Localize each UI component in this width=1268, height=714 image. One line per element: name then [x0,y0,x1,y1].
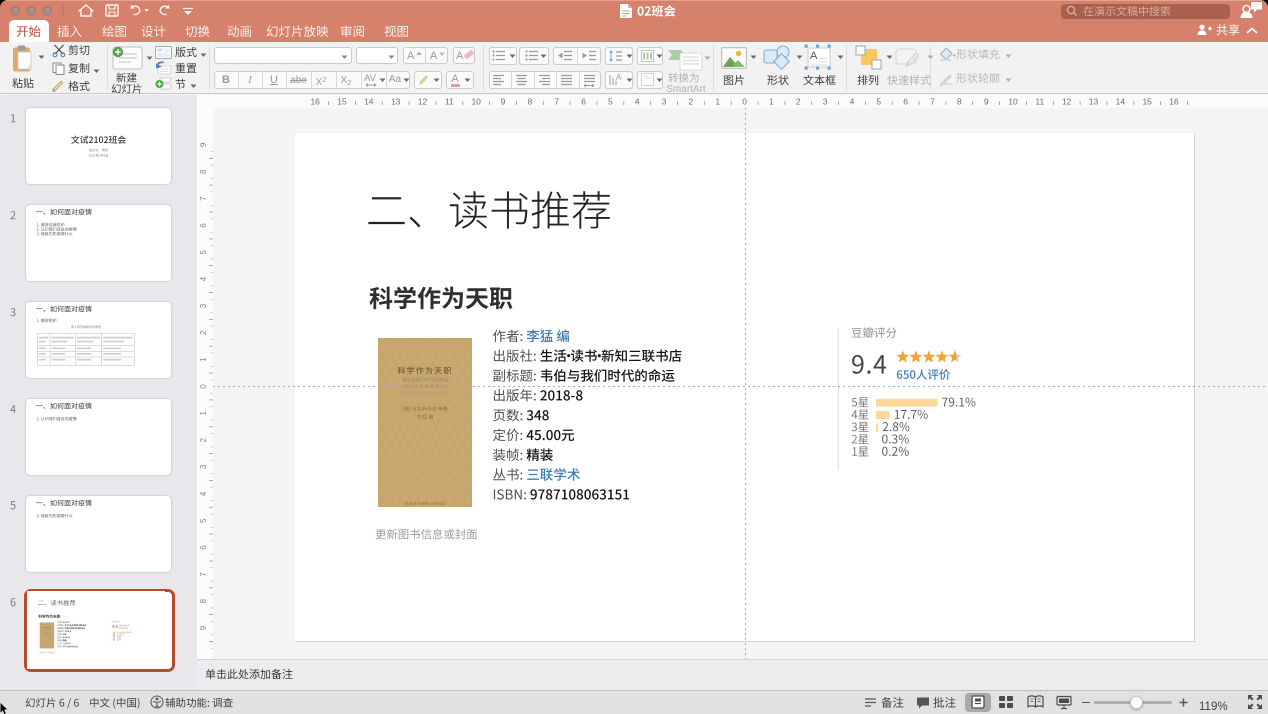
svg-text:3: 3 [199,464,208,469]
svg-text:1: 1 [199,411,208,416]
svg-text:6: 6 [199,223,208,228]
svg-text:9: 9 [199,142,208,147]
svg-text:1: 1 [199,357,208,362]
svg-text:7: 7 [199,572,208,577]
svg-text:11: 11 [445,97,454,107]
svg-text:14: 14 [1116,97,1126,107]
svg-text:2: 2 [199,330,208,335]
svg-text:12: 12 [1062,97,1072,107]
svg-text:15: 15 [337,97,347,107]
svg-text:9: 9 [984,97,989,107]
svg-text:8: 8 [957,97,962,107]
svg-text:6: 6 [903,97,908,107]
svg-text:5: 5 [199,518,208,523]
svg-text:4: 4 [850,97,855,107]
svg-text:2: 2 [689,97,694,107]
svg-text:6: 6 [581,97,586,107]
svg-text:1: 1 [769,97,774,107]
svg-text:4: 4 [635,97,640,107]
svg-text:7: 7 [199,196,208,201]
svg-text:0: 0 [742,97,747,107]
svg-text:15: 15 [1142,97,1152,107]
svg-text:1: 1 [715,97,720,107]
svg-text:8: 8 [528,97,533,107]
svg-text:10: 10 [471,97,481,107]
svg-text:14: 14 [364,97,374,107]
svg-text:16: 16 [1169,97,1179,107]
svg-text:7: 7 [554,97,559,107]
svg-text:2: 2 [199,437,208,442]
svg-text:3: 3 [823,97,828,107]
svg-text:5: 5 [199,250,208,255]
svg-text:13: 13 [1089,97,1099,107]
svg-text:4: 4 [199,276,208,281]
svg-text:16: 16 [310,97,320,107]
svg-text:9: 9 [199,625,208,630]
svg-text:7: 7 [930,97,935,107]
svg-text:8: 8 [199,598,208,603]
svg-text:11: 11 [1035,97,1044,107]
svg-text:9: 9 [501,97,506,107]
svg-text:6: 6 [199,545,208,550]
svg-text:2: 2 [796,97,801,107]
svg-text:12: 12 [418,97,428,107]
svg-text:0: 0 [199,384,208,389]
svg-text:13: 13 [391,97,401,107]
svg-text:5: 5 [876,97,881,107]
svg-text:10: 10 [1008,97,1018,107]
svg-text:5: 5 [608,97,613,107]
svg-text:3: 3 [662,97,667,107]
svg-text:4: 4 [199,491,208,496]
svg-text:A: A [616,73,622,82]
svg-text:8: 8 [199,169,208,174]
svg-text:3: 3 [199,303,208,308]
